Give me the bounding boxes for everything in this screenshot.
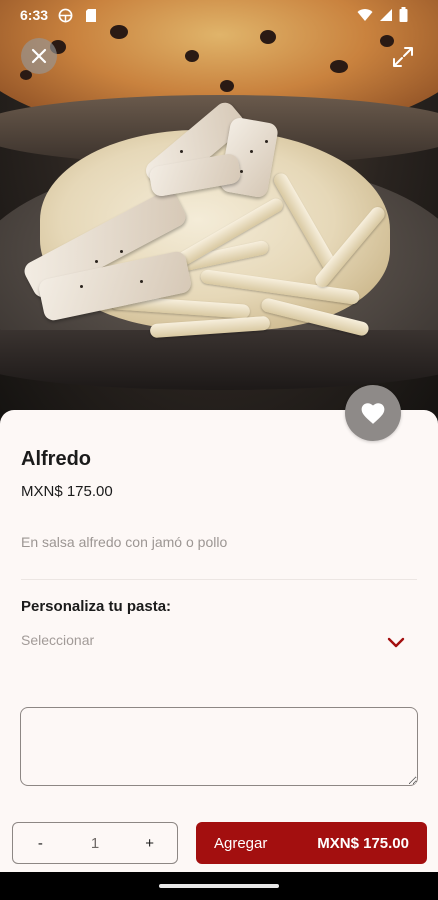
product-description: En salsa alfredo con jamó o pollo: [21, 534, 228, 550]
close-icon: [31, 48, 47, 64]
chevron-down-icon: [387, 637, 405, 648]
add-to-cart-total: MXN$ 175.00: [317, 834, 409, 852]
product-title: Alfredo: [21, 448, 91, 470]
signal-icon: [380, 8, 392, 21]
battery-icon: [399, 7, 408, 22]
status-time: 6:33: [20, 7, 49, 23]
close-button[interactable]: [21, 38, 57, 74]
system-nav-bar: [0, 872, 438, 900]
customization-label: Personaliza tu pasta:: [21, 598, 172, 615]
product-image: [0, 0, 438, 430]
status-bar: 6:33: [0, 0, 438, 30]
status-app-icon: [58, 8, 73, 23]
increment-button[interactable]: +: [140, 835, 160, 852]
product-price: MXN$ 175.00: [21, 483, 113, 500]
quantity-stepper: - 1 +: [12, 822, 178, 864]
expand-icon: [393, 47, 413, 67]
quantity-value: 1: [90, 834, 100, 852]
add-to-cart-label: Agregar: [214, 834, 268, 852]
wifi-icon: [357, 8, 373, 21]
favorite-button[interactable]: [345, 385, 401, 441]
pasta-select[interactable]: Seleccionar: [21, 628, 417, 662]
product-detail-screen: 6:33 Alfredo MXN$ 175.00 En salsa alfred…: [0, 0, 438, 900]
heart-icon: [361, 403, 385, 424]
decrement-button[interactable]: -: [30, 835, 50, 852]
divider: [21, 579, 417, 580]
sim-card-icon: [86, 9, 96, 22]
pasta-select-placeholder: Seleccionar: [21, 632, 95, 648]
expand-image-button[interactable]: [390, 44, 416, 70]
home-gesture-bar[interactable]: [159, 884, 279, 888]
add-to-cart-button[interactable]: Agregar MXN$ 175.00: [196, 822, 427, 864]
notes-field[interactable]: [20, 707, 418, 786]
